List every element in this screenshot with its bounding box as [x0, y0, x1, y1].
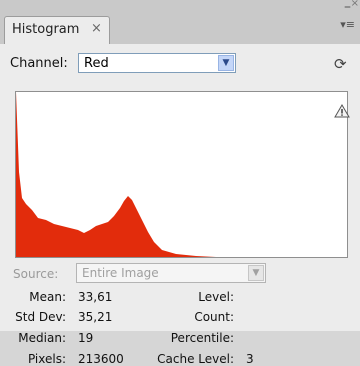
source-select: Entire Image ▼: [76, 263, 266, 283]
percentile-label: Percentile:: [170, 331, 234, 345]
source-label: Source:: [13, 267, 59, 281]
source-select-value: Entire Image: [82, 266, 159, 280]
chevron-down-icon: ▼: [248, 265, 264, 281]
histogram-graph: [15, 91, 348, 258]
cache-warning-icon[interactable]: [334, 104, 350, 118]
level-label: Level:: [198, 290, 234, 304]
median-label: Median:: [18, 331, 66, 345]
pixels-value: 213600: [78, 352, 124, 366]
median-value: 19: [78, 331, 94, 345]
panel-controls: – × ▾≡: [335, 0, 359, 32]
cache-level-label: Cache Level:: [157, 352, 234, 366]
cache-level-value: 3: [246, 352, 254, 366]
pixels-label: Pixels:: [27, 352, 66, 366]
tab-histogram[interactable]: Histogram ×: [4, 16, 110, 44]
mean-value: 33,61: [78, 290, 113, 304]
histogram-red-channel-area: [16, 92, 347, 257]
std-dev-label: Std Dev:: [15, 310, 66, 324]
std-dev-value: 35,21: [78, 310, 113, 324]
channel-label: Channel:: [10, 56, 68, 71]
channel-select-value: Red: [84, 56, 109, 71]
chevron-down-icon[interactable]: ▼: [218, 55, 234, 71]
panel-close-icon[interactable]: ×: [351, 0, 359, 9]
mean-label: Mean:: [29, 290, 66, 304]
panel-menu-icon[interactable]: ▾≡: [340, 18, 355, 31]
panel-header: Histogram × – × ▾≡: [0, 0, 360, 44]
count-label: Count:: [194, 310, 234, 324]
tab-close-icon[interactable]: ×: [91, 21, 102, 36]
channel-select[interactable]: Red ▼: [78, 53, 236, 73]
refresh-icon[interactable]: ⟳: [334, 55, 347, 73]
histogram-plot: [16, 92, 347, 257]
histogram-panel-body: Channel: Red ▼ ⟳ Source: Entire Image ▼ …: [0, 44, 360, 366]
tab-histogram-label: Histogram: [12, 22, 80, 37]
